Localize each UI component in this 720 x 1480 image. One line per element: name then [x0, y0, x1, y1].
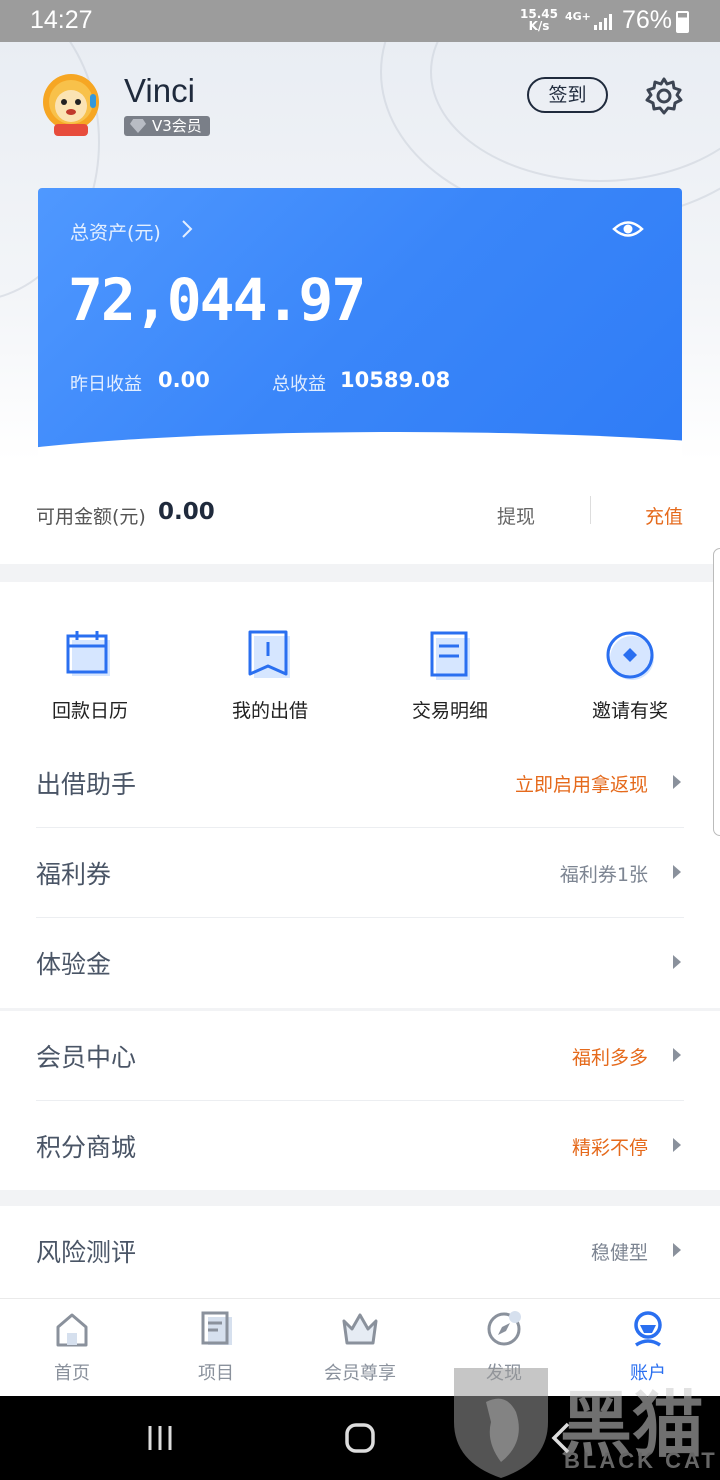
status-bar: 14:27 15.45 K/s 4G+ 76% — [0, 0, 720, 42]
invite-icon — [606, 631, 654, 680]
menu-row-hint: 福利多多 — [571, 1047, 648, 1069]
signal-icon — [594, 14, 612, 30]
cat-shield-icon — [454, 1368, 548, 1478]
menu-row-title: 会员中心 — [36, 1043, 137, 1072]
chevron-right-icon — [673, 865, 681, 879]
menu-row-lending-assistant[interactable]: 出借助手 立即启用拿返现 — [36, 738, 684, 828]
watermark-logo: 黑猫 BLACK CAT — [446, 1362, 720, 1480]
network-speed: 15.45 K/s — [520, 8, 558, 32]
recent-apps-icon[interactable] — [140, 1418, 180, 1458]
quick-action-transactions[interactable]: 交易明细 — [360, 628, 540, 728]
card-wave-divider — [38, 432, 682, 460]
quick-action-label: 邀请有奖 — [591, 700, 668, 722]
menu-row-points-mall[interactable]: 积分商城 精彩不停 — [36, 1101, 684, 1191]
chevron-right-icon — [673, 1048, 681, 1062]
section-gap — [0, 564, 720, 582]
list-doc-icon — [201, 1311, 232, 1345]
eye-icon[interactable] — [612, 218, 644, 240]
quick-action-label: 回款日历 — [51, 700, 128, 722]
tab-projects[interactable]: 项目 — [144, 1309, 288, 1389]
total-assets-label: 总资产(元) — [70, 222, 161, 244]
battery-percent: 76% — [622, 6, 673, 34]
scroll-edge-handle[interactable] — [713, 548, 720, 836]
bookmark-icon — [248, 630, 290, 678]
available-balance-label: 可用金额(元) — [36, 506, 146, 528]
quick-action-label: 我的出借 — [231, 700, 308, 722]
menu-row-title: 福利券 — [36, 860, 112, 889]
username: Vinci — [124, 72, 195, 109]
account-icon — [634, 1311, 662, 1347]
menu-row-coupons[interactable]: 福利券 福利券1张 — [36, 828, 684, 918]
gear-icon[interactable] — [644, 76, 684, 116]
watermark-text: BLACK CAT — [564, 1448, 718, 1473]
menu-row-hint: 福利券1张 — [559, 864, 648, 886]
menu-row-title: 积分商城 — [36, 1133, 137, 1162]
menu-row-member-center[interactable]: 会员中心 福利多多 — [36, 1011, 684, 1101]
home-button-icon[interactable] — [340, 1418, 380, 1458]
menu-row-hint: 立即启用拿返现 — [514, 774, 648, 796]
crown-icon — [342, 1313, 378, 1345]
quick-action-label: 交易明细 — [411, 700, 488, 722]
network-type: 4G+ — [565, 10, 591, 23]
tab-label: 会员尊享 — [324, 1363, 396, 1384]
menu-row-hint: 稳健型 — [590, 1242, 648, 1264]
asset-card[interactable]: 总资产(元) 72,044.97 昨日收益 0.00 总收益 10589.08 — [38, 188, 682, 460]
menu-row-trial-fund[interactable]: 体验金 — [36, 918, 684, 1008]
chevron-right-icon[interactable] — [180, 218, 194, 240]
divider — [590, 496, 591, 524]
avatar[interactable] — [40, 72, 102, 138]
status-time: 14:27 — [30, 6, 93, 34]
chevron-right-icon — [673, 955, 681, 969]
battery-icon — [676, 11, 689, 33]
tab-member[interactable]: 会员尊享 — [288, 1309, 432, 1389]
quick-action-my-lending[interactable]: 我的出借 — [180, 628, 360, 728]
vip-level-label: V3会员 — [152, 117, 202, 135]
vip-level-badge: V3会员 — [124, 116, 210, 136]
chevron-right-icon — [673, 775, 681, 789]
quick-action-invite[interactable]: 邀请有奖 — [540, 628, 720, 728]
tab-home[interactable]: 首页 — [0, 1309, 144, 1389]
network-speed-unit: K/s — [528, 19, 550, 33]
menu-group-member: 会员中心 福利多多 积分商城 精彩不停 — [0, 1011, 720, 1191]
menu-group-lending: 出借助手 立即启用拿返现 福利券 福利券1张 体验金 — [0, 738, 720, 1008]
total-assets-value: 72,044.97 — [68, 266, 366, 334]
yesterday-earnings-value: 0.00 — [158, 368, 210, 392]
quick-actions: 回款日历 我的出借 交易明细 邀请有奖 — [0, 582, 720, 742]
quick-action-calendar[interactable]: 回款日历 — [0, 628, 180, 728]
menu-row-title: 体验金 — [36, 950, 112, 979]
calendar-icon — [66, 631, 110, 676]
available-balance-row: 可用金额(元) 0.00 提现 充值 — [0, 462, 720, 564]
signin-button[interactable]: 签到 — [527, 77, 608, 113]
tab-label: 首页 — [54, 1363, 90, 1384]
document-icon — [430, 631, 470, 680]
withdraw-button[interactable]: 提现 — [497, 502, 535, 529]
tab-label: 项目 — [198, 1363, 234, 1384]
available-balance-value: 0.00 — [158, 499, 215, 525]
menu-group-risk: 风险测评 稳健型 — [0, 1206, 720, 1296]
compass-icon — [487, 1311, 521, 1346]
home-icon — [56, 1313, 88, 1347]
chevron-right-icon — [673, 1138, 681, 1152]
menu-row-title: 风险测评 — [36, 1238, 137, 1267]
yesterday-earnings-label: 昨日收益 — [70, 374, 142, 395]
menu-row-risk-assessment[interactable]: 风险测评 稳健型 — [36, 1206, 684, 1296]
recharge-button[interactable]: 充值 — [645, 502, 683, 529]
gem-icon — [130, 119, 146, 133]
chevron-right-icon — [673, 1243, 681, 1257]
total-earnings-value: 10589.08 — [340, 368, 451, 392]
total-earnings-label: 总收益 — [272, 374, 326, 395]
menu-row-hint: 精彩不停 — [571, 1137, 648, 1159]
menu-row-title: 出借助手 — [36, 770, 137, 799]
